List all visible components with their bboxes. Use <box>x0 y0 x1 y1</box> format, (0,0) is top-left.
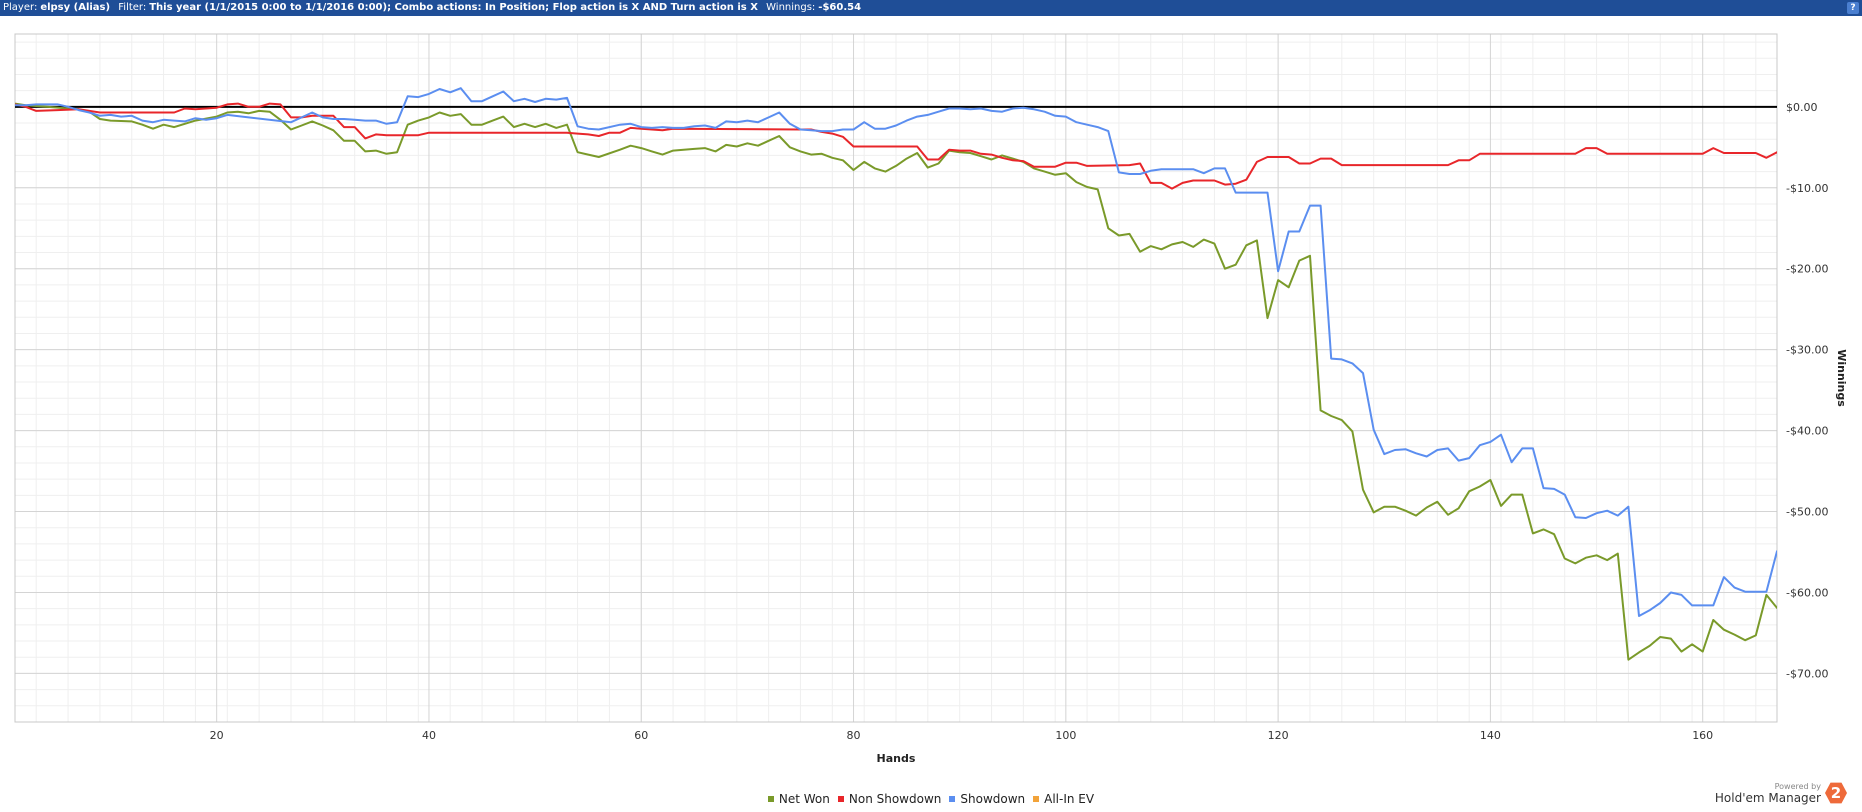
x-tick-label: 140 <box>1480 729 1501 742</box>
y-tick-label: -$50.00 <box>1786 506 1828 519</box>
x-tick-label: 20 <box>210 729 224 742</box>
legend-label: Showdown <box>960 792 1026 806</box>
brand-logo-block: Powered by Hold'em Manager 2 <box>1715 778 1847 808</box>
x-tick-label: 60 <box>634 729 648 742</box>
legend-item[interactable]: Non Showdown <box>837 792 942 806</box>
player-label: Player: <box>3 2 38 13</box>
x-tick-label: 100 <box>1055 729 1076 742</box>
series-lines <box>15 87 1777 661</box>
legend-swatch <box>949 796 956 802</box>
legend-label: Net Won <box>778 792 830 806</box>
powered-by-text: Powered by <box>1774 781 1821 791</box>
y-tick-label: -$60.00 <box>1786 586 1828 599</box>
player-value: elpsy (Alias) <box>40 2 111 13</box>
series-line-showdown <box>15 87 1777 617</box>
y-tick-label: -$10.00 <box>1786 182 1828 195</box>
brand-name: Hold'em Manager <box>1714 790 1821 805</box>
winnings-label: Winnings: <box>766 2 816 13</box>
filter-value: This year (1/1/2015 0:00 to 1/1/2016 0:0… <box>149 2 758 13</box>
winnings-value: -$60.54 <box>818 2 862 13</box>
y-axis-ticks: $0.00 -$10.00 -$20.00 -$30.00 -$40.00 -$50.00… <box>1786 101 1828 681</box>
y-tick-label: -$20.00 <box>1786 263 1828 276</box>
series-line-non-showdown <box>15 102 1777 190</box>
legend-label: All-In EV <box>1044 792 1095 806</box>
winnings-chart: 20 40 60 80 100 120 140 160 $0.00 -$10.00 -$20.00… <box>14 33 1848 765</box>
filter-bar: Player: elpsy (Alias) Filter: This year (1… <box>0 0 1862 16</box>
x-axis-ticks: 20 40 60 80 100 120 140 160 <box>210 729 1714 742</box>
x-tick-label: 40 <box>422 729 436 742</box>
y-tick-label: $0.00 <box>1786 101 1818 114</box>
legend-item[interactable]: All-In EV <box>1033 792 1094 806</box>
y-tick-label: -$70.00 <box>1786 667 1828 680</box>
x-tick-label: 120 <box>1268 729 1289 742</box>
minor-gridlines <box>15 34 1777 723</box>
legend-item[interactable]: Net Won <box>767 792 830 806</box>
filter-label: Filter: <box>118 2 147 13</box>
chart-legend: Net Won Non Showdown Showdown All-In EV <box>0 792 1862 806</box>
x-tick-label: 80 <box>847 729 861 742</box>
y-tick-label: -$30.00 <box>1786 344 1828 357</box>
legend-label: Non Showdown <box>848 792 942 806</box>
legend-swatch <box>767 796 774 802</box>
x-axis-label: Hands <box>877 752 916 765</box>
y-axis-label: Winnings <box>1835 349 1848 407</box>
hm2-logo-icon: 2 <box>1825 782 1847 804</box>
legend-item[interactable]: Showdown <box>949 792 1025 806</box>
y-tick-label: -$40.00 <box>1786 425 1828 438</box>
x-tick-label: 160 <box>1692 729 1713 742</box>
legend-swatch <box>837 796 844 802</box>
help-button[interactable]: ? <box>1847 2 1859 14</box>
legend-swatch <box>1033 796 1040 802</box>
